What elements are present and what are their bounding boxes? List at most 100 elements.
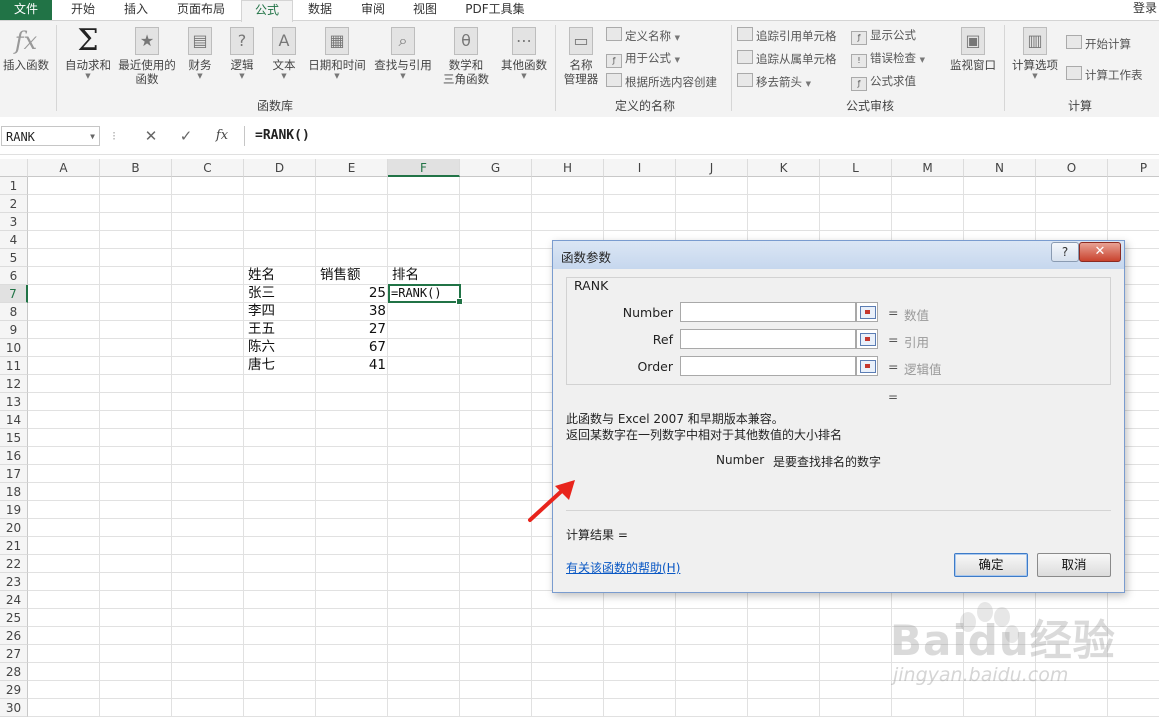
define-name-button[interactable]: 定义名称 ▼ bbox=[606, 27, 680, 46]
cell-name[interactable]: 张三 bbox=[248, 284, 275, 302]
row-header[interactable]: 5 bbox=[0, 249, 28, 267]
row-header[interactable]: 18 bbox=[0, 483, 28, 501]
column-header[interactable]: F bbox=[388, 159, 460, 177]
row-header[interactable]: 9 bbox=[0, 321, 28, 339]
row-header[interactable]: 4 bbox=[0, 231, 28, 249]
text-functions-button[interactable]: A 文本 ▼ bbox=[266, 27, 302, 80]
cell-name[interactable]: 李四 bbox=[248, 302, 275, 320]
insert-function-button[interactable]: fx 插入函数 bbox=[0, 27, 52, 72]
row-header[interactable]: 7 bbox=[0, 285, 28, 303]
cell-header-rank[interactable]: 排名 bbox=[392, 266, 419, 284]
row-header[interactable]: 19 bbox=[0, 501, 28, 519]
dialog-title-bar[interactable]: 函数参数 ? ✕ bbox=[553, 241, 1124, 269]
row-header[interactable]: 15 bbox=[0, 429, 28, 447]
column-header[interactable]: C bbox=[172, 159, 244, 177]
financial-button[interactable]: ▤ 财务 ▼ bbox=[182, 27, 218, 80]
column-header[interactable]: O bbox=[1036, 159, 1108, 177]
close-icon[interactable]: ✕ bbox=[1079, 242, 1121, 262]
arg-input-number[interactable] bbox=[680, 302, 856, 322]
row-header[interactable]: 29 bbox=[0, 681, 28, 699]
tab-view[interactable]: 视图 bbox=[401, 0, 449, 20]
cell-sales[interactable]: 41 bbox=[316, 356, 386, 374]
trace-dependents-button[interactable]: 追踪从属单元格 bbox=[737, 50, 837, 67]
row-header[interactable]: 17 bbox=[0, 465, 28, 483]
calculate-now-button[interactable]: 开始计算 bbox=[1066, 35, 1131, 52]
row-header[interactable]: 12 bbox=[0, 375, 28, 393]
row-header[interactable]: 14 bbox=[0, 411, 28, 429]
autosum-button[interactable]: Σ 自动求和 ▼ bbox=[60, 26, 116, 81]
fill-handle[interactable] bbox=[456, 298, 463, 305]
lookup-reference-button[interactable]: ⌕ 查找与引用 ▼ bbox=[371, 27, 435, 80]
row-header[interactable]: 11 bbox=[0, 357, 28, 375]
column-header[interactable]: E bbox=[316, 159, 388, 177]
cell-name[interactable]: 唐七 bbox=[248, 356, 275, 374]
cancel-formula-button[interactable]: ✕ bbox=[141, 127, 161, 145]
cell-header-sales[interactable]: 销售额 bbox=[320, 266, 361, 284]
tab-review[interactable]: 审阅 bbox=[349, 0, 397, 20]
chevron-down-icon[interactable]: ▼ bbox=[90, 127, 95, 147]
row-header[interactable]: 13 bbox=[0, 393, 28, 411]
column-header[interactable]: J bbox=[676, 159, 748, 177]
trace-precedents-button[interactable]: 追踪引用单元格 bbox=[737, 27, 837, 44]
arg-input-order[interactable] bbox=[680, 356, 856, 376]
tab-formulas[interactable]: 公式 bbox=[241, 0, 293, 22]
cancel-button[interactable]: 取消 bbox=[1037, 553, 1111, 577]
use-in-formula-button[interactable]: ƒ 用于公式 ▼ bbox=[606, 50, 680, 68]
ok-button[interactable]: 确定 bbox=[954, 553, 1028, 577]
collapse-dialog-icon[interactable] bbox=[856, 302, 878, 322]
select-all-corner[interactable] bbox=[0, 159, 28, 177]
row-header[interactable]: 22 bbox=[0, 555, 28, 573]
help-icon[interactable]: ? bbox=[1051, 242, 1079, 262]
arg-input-ref[interactable] bbox=[680, 329, 856, 349]
cell-header-name[interactable]: 姓名 bbox=[248, 266, 275, 284]
formula-input[interactable]: =RANK() bbox=[244, 126, 1159, 146]
row-header[interactable]: 10 bbox=[0, 339, 28, 357]
column-header[interactable]: D bbox=[244, 159, 316, 177]
login-link[interactable]: 登录 bbox=[1133, 0, 1157, 16]
create-from-selection-button[interactable]: 根据所选内容创建 bbox=[606, 73, 717, 90]
tab-data[interactable]: 数据 bbox=[296, 0, 344, 20]
row-header[interactable]: 3 bbox=[0, 213, 28, 231]
column-header[interactable]: A bbox=[28, 159, 100, 177]
cell-sales[interactable]: 67 bbox=[316, 338, 386, 356]
tab-file[interactable]: 文件 bbox=[0, 0, 52, 20]
row-header[interactable]: 27 bbox=[0, 645, 28, 663]
enter-formula-button[interactable]: ✓ bbox=[176, 127, 196, 145]
collapse-dialog-icon[interactable] bbox=[856, 356, 878, 376]
remove-arrows-button[interactable]: 移去箭头 ▼ bbox=[737, 73, 811, 92]
calculate-sheet-button[interactable]: 计算工作表 bbox=[1066, 66, 1143, 83]
recently-used-button[interactable]: ★ 最近使用的 函数 bbox=[115, 27, 179, 86]
cell-name[interactable]: 王五 bbox=[248, 320, 275, 338]
name-box[interactable]: RANK ▼ bbox=[1, 126, 100, 146]
column-header[interactable]: P bbox=[1108, 159, 1159, 177]
show-formulas-button[interactable]: ƒ 显示公式 bbox=[851, 27, 916, 45]
row-header[interactable]: 23 bbox=[0, 573, 28, 591]
datetime-button[interactable]: ▦ 日期和时间 ▼ bbox=[305, 27, 369, 80]
cell-name[interactable]: 陈六 bbox=[248, 338, 275, 356]
row-header[interactable]: 21 bbox=[0, 537, 28, 555]
logical-button[interactable]: ? 逻辑 ▼ bbox=[224, 27, 260, 80]
tab-home[interactable]: 开始 bbox=[58, 0, 108, 20]
column-header[interactable]: M bbox=[892, 159, 964, 177]
column-header[interactable]: I bbox=[604, 159, 676, 177]
cell-rank-formula[interactable]: =RANK() bbox=[391, 284, 442, 302]
cell-sales[interactable]: 38 bbox=[316, 302, 386, 320]
row-header[interactable]: 26 bbox=[0, 627, 28, 645]
row-header[interactable]: 6 bbox=[0, 267, 28, 285]
insert-function-fx-button[interactable]: fx bbox=[212, 127, 232, 145]
error-checking-button[interactable]: ! 错误检查 ▼ bbox=[851, 50, 925, 68]
column-header[interactable]: B bbox=[100, 159, 172, 177]
row-header[interactable]: 16 bbox=[0, 447, 28, 465]
row-header[interactable]: 8 bbox=[0, 303, 28, 321]
cell-sales[interactable]: 25 bbox=[316, 284, 386, 302]
row-header[interactable]: 2 bbox=[0, 195, 28, 213]
help-link[interactable]: 有关该函数的帮助(H) bbox=[566, 559, 680, 576]
cell-sales[interactable]: 27 bbox=[316, 320, 386, 338]
watch-window-button[interactable]: ▣ 监视窗口 bbox=[945, 27, 1001, 72]
row-header[interactable]: 20 bbox=[0, 519, 28, 537]
math-trig-button[interactable]: θ 数学和 三角函数 bbox=[435, 27, 497, 86]
column-header[interactable]: K bbox=[748, 159, 820, 177]
tab-pdf-tools[interactable]: PDF工具集 bbox=[457, 0, 533, 20]
column-header[interactable]: N bbox=[964, 159, 1036, 177]
tab-page-layout[interactable]: 页面布局 bbox=[166, 0, 236, 20]
